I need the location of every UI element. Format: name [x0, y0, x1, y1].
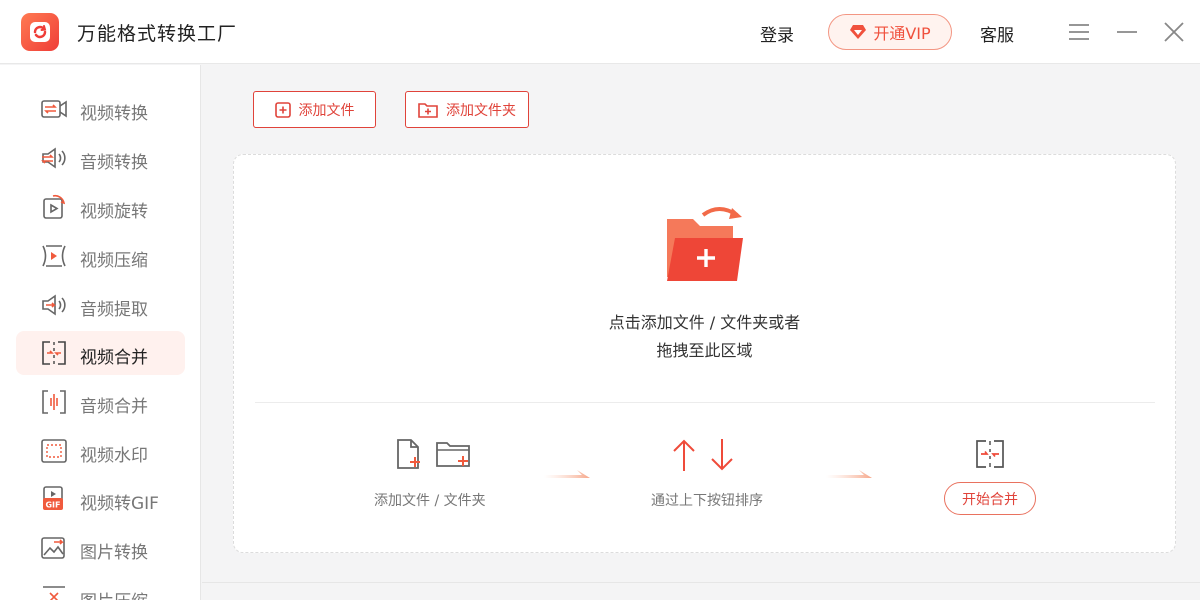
diamond-heart-icon [850, 25, 867, 39]
sidebar-item-label: 视频合并 [80, 348, 148, 368]
close-icon [1164, 22, 1184, 42]
video-rotate-icon [43, 194, 66, 219]
sidebar-item-label: 视频水印 [80, 446, 148, 466]
folder-add-icon [667, 207, 743, 281]
close-button[interactable] [1160, 18, 1188, 46]
video-watermark-icon [41, 439, 67, 463]
audio-convert-icon [41, 147, 66, 169]
sidebar-item-label: 音频合并 [80, 397, 148, 417]
app-logo [21, 13, 59, 51]
customer-service-link[interactable]: 客服 [980, 21, 1014, 46]
svg-text:GIF: GIF [45, 501, 60, 510]
sort-up-down-icon [673, 439, 733, 471]
drop-zone-hint-line2: 拖拽至此区域 [656, 341, 753, 360]
drop-zone-hint-line1: 点击添加文件 / 文件夹或者 [608, 313, 801, 332]
login-link[interactable]: 登录 [760, 21, 794, 46]
vip-button[interactable]: 开通VIP [828, 14, 952, 50]
sidebar-item-audio-merge[interactable]: 音频合并 [16, 380, 185, 424]
file-add-icon [397, 439, 420, 469]
file-drop-zone[interactable]: 点击添加文件 / 文件夹或者 拖拽至此区域 添加文件 / 文件夹 通过上下按钮排… [233, 154, 1176, 553]
step2-label: 通过上下按钮排序 [651, 493, 763, 509]
folder-add-small-icon [436, 442, 470, 467]
minimize-button[interactable] [1113, 18, 1141, 46]
sidebar-item-label: 视频旋转 [80, 202, 148, 222]
title-bar: 万能格式转换工厂 登录 开通VIP 客服 [0, 0, 1200, 64]
sidebar-item-video-watermark[interactable]: 视频水印 [16, 429, 185, 473]
step-arrow-icon [544, 470, 590, 478]
sidebar-item-video-compress[interactable]: 视频压缩 [16, 234, 185, 278]
audio-merge-icon [42, 390, 66, 414]
sidebar-item-label: 视频转GIF [80, 494, 159, 514]
add-folder-button-label: 添加文件夹 [446, 102, 516, 119]
image-compress-icon [43, 586, 65, 600]
sidebar-item-image-compress[interactable]: 图片压缩 [16, 575, 185, 600]
sidebar-item-label: 图片转换 [80, 543, 148, 563]
add-file-button-label: 添加文件 [298, 102, 355, 119]
sidebar-item-video-convert[interactable]: 视频转换 [16, 87, 185, 131]
sidebar-item-label: 音频转换 [80, 153, 148, 173]
add-folder-icon [418, 102, 438, 118]
sidebar-item-video-rotate[interactable]: 视频旋转 [16, 185, 185, 229]
start-merge-button[interactable]: 开始合并 [944, 482, 1036, 515]
vip-button-label: 开通VIP [873, 24, 931, 43]
app-title: 万能格式转换工厂 [77, 23, 238, 45]
app-logo-icon [30, 22, 50, 42]
video-merge-icon [42, 341, 66, 365]
add-file-icon [274, 101, 291, 118]
sidebar-item-label: 图片压缩 [80, 587, 148, 600]
image-convert-icon [41, 537, 65, 559]
sidebar-item-label: 音频提取 [80, 300, 148, 320]
sidebar-item-video-merge[interactable]: 视频合并 [16, 331, 185, 375]
sidebar: 视频转换 音频转换 视频旋转 视频压缩 音频提取 视频合并 音频合并 视频水印 … [0, 65, 201, 600]
sidebar-item-video-to-gif[interactable]: GIF 视频转GIF [16, 477, 185, 521]
sidebar-item-label: 视频压缩 [80, 251, 148, 271]
footer-divider [202, 582, 1200, 583]
menu-button[interactable] [1065, 18, 1093, 46]
hamburger-menu-icon [1069, 24, 1089, 40]
sidebar-item-audio-extract[interactable]: 音频提取 [16, 283, 185, 327]
step-arrow-icon [826, 470, 872, 478]
audio-extract-icon [42, 294, 66, 316]
add-file-button[interactable]: 添加文件 [253, 91, 376, 128]
sidebar-item-image-convert[interactable]: 图片转换 [16, 526, 185, 570]
merge-icon [976, 440, 1004, 468]
minimize-icon [1117, 31, 1137, 33]
sidebar-item-label: 视频转换 [80, 104, 148, 124]
add-folder-button[interactable]: 添加文件夹 [405, 91, 529, 128]
video-compress-icon [42, 245, 66, 267]
divider [255, 402, 1155, 403]
video-convert-icon [41, 100, 67, 118]
step1-label: 添加文件 / 文件夹 [374, 493, 486, 509]
sidebar-item-audio-convert[interactable]: 音频转换 [16, 136, 185, 180]
video-to-gif-icon: GIF [43, 486, 63, 510]
